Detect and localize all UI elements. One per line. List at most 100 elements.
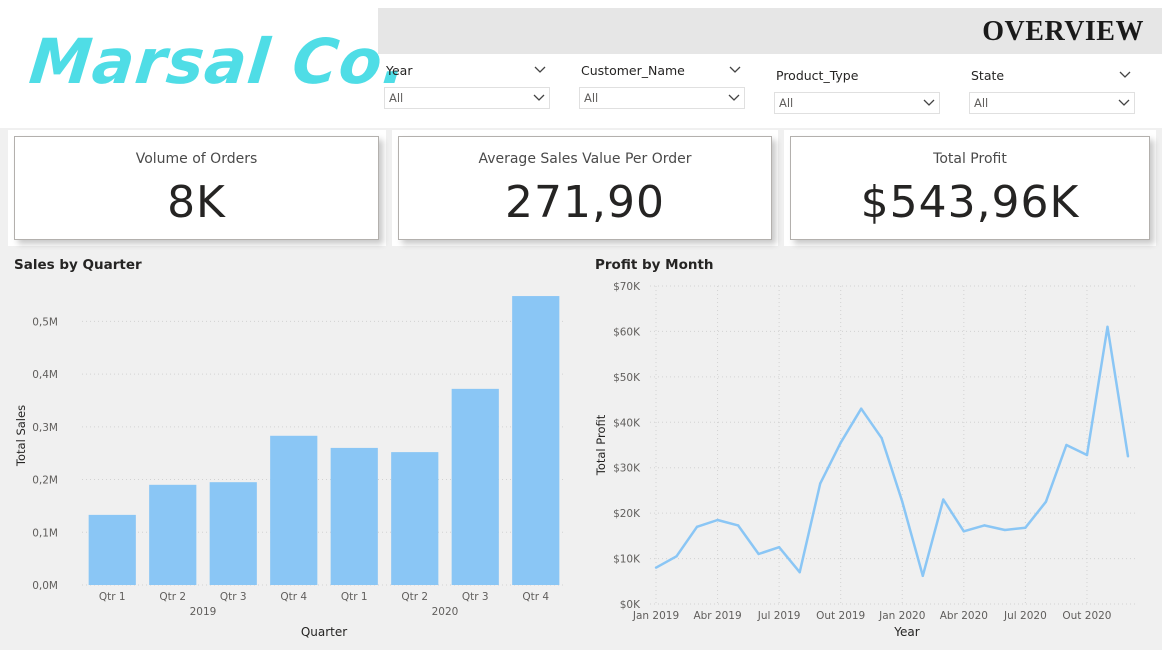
bar bbox=[149, 484, 197, 585]
x-axis-title: Quarter bbox=[301, 625, 347, 639]
profit-by-month-chart: $0K$10K$20K$30K$40K$50K$60K$70KJan 2019 A… bbox=[594, 281, 1136, 639]
x-axis-title: Year bbox=[893, 625, 919, 639]
slicer-product-type-value: All bbox=[779, 96, 794, 110]
x-tick-label: Qtr 1 bbox=[99, 591, 126, 603]
slicer-product-type-label: Product_Type bbox=[776, 68, 859, 83]
data-point bbox=[757, 552, 760, 556]
slicer-year-dropdown[interactable]: All bbox=[384, 87, 550, 109]
y-tick-label: $30K bbox=[613, 463, 641, 475]
data-point bbox=[1085, 453, 1089, 457]
slicer-customer-name-value: All bbox=[584, 91, 599, 105]
data-point bbox=[962, 530, 966, 533]
data-point bbox=[798, 571, 801, 574]
data-point bbox=[839, 441, 842, 444]
sales-by-quarter-title: Sales by Quarter bbox=[14, 257, 142, 273]
x-tick-label: Jul 2020 bbox=[1003, 610, 1047, 622]
profit-by-month-title: Profit by Month bbox=[595, 257, 714, 273]
slicer-customer-name[interactable]: Customer_Name All bbox=[573, 63, 745, 123]
y-tick-label: $50K bbox=[613, 372, 641, 384]
kpi-card-volume-of-orders: Volume of Orders 8K bbox=[14, 136, 379, 240]
kpi-value: $543,96K bbox=[860, 177, 1080, 228]
slicer-state-label: State bbox=[971, 68, 1005, 83]
kpi-label: Total Profit bbox=[933, 151, 1007, 167]
bar bbox=[391, 452, 439, 585]
x-tick-label: Jul 2019 bbox=[757, 610, 801, 622]
y-axis-title: Total Profit bbox=[594, 414, 608, 476]
title-bar: OVERVIEW bbox=[378, 8, 1162, 54]
x-tick-label: Qtr 1 bbox=[341, 591, 368, 603]
data-point bbox=[1024, 526, 1027, 529]
x-tick-label: Jan 2019 bbox=[632, 610, 679, 622]
data-point bbox=[1044, 500, 1048, 503]
bar bbox=[512, 296, 560, 585]
slicer-product-type[interactable]: Product_Type All bbox=[768, 68, 940, 128]
slicer-state-value: All bbox=[974, 96, 989, 110]
x-tick-label: Abr 2019 bbox=[693, 610, 741, 622]
data-point bbox=[901, 500, 904, 503]
y-axis-title: Total Sales bbox=[14, 405, 28, 467]
chevron-down-icon[interactable] bbox=[923, 98, 935, 108]
y-tick-label: $60K bbox=[613, 326, 641, 338]
y-tick-label: $70K bbox=[613, 281, 641, 293]
slicer-year-value: All bbox=[389, 91, 404, 105]
y-tick-label: $40K bbox=[613, 417, 641, 429]
data-point bbox=[777, 546, 781, 549]
slicer-customer-name-label: Customer_Name bbox=[581, 63, 685, 78]
y-tick-label: 0,1M bbox=[32, 527, 58, 539]
x-group-label: 2020 bbox=[432, 606, 459, 618]
y-tick-label: 0,2M bbox=[32, 475, 58, 487]
kpi-label: Average Sales Value Per Order bbox=[478, 151, 692, 167]
bar bbox=[270, 435, 318, 585]
kpi-value: 8K bbox=[167, 177, 226, 228]
slicer-state[interactable]: State All bbox=[963, 68, 1135, 128]
slicer-year-label: Year bbox=[386, 63, 413, 78]
kpi-card-average-sales-value: Average Sales Value Per Order 271,90 bbox=[398, 136, 772, 240]
sales-by-quarter-chart: 0,0M 0,1M 0,2M 0,3M 0,4M 0,5M Qtr 1 Qtr 2 Qtr 3 Q… bbox=[14, 296, 566, 639]
x-tick-label: Out 2020 bbox=[1062, 610, 1111, 622]
x-tick-label: Qtr 4 bbox=[522, 591, 549, 603]
company-logo: Marsal Co. bbox=[26, 25, 412, 98]
data-point bbox=[983, 524, 986, 527]
slicer-year[interactable]: Year All bbox=[378, 63, 550, 123]
chevron-down-icon[interactable] bbox=[1118, 98, 1130, 108]
data-point bbox=[736, 524, 740, 527]
bar bbox=[451, 388, 499, 585]
slicer-customer-name-dropdown[interactable]: All bbox=[579, 87, 745, 109]
slicer-state-dropdown[interactable]: All bbox=[969, 92, 1135, 114]
y-tick-label: 0,3M bbox=[32, 422, 58, 434]
data-point bbox=[675, 555, 678, 558]
bar bbox=[209, 482, 257, 585]
chevron-down-icon[interactable] bbox=[728, 93, 740, 103]
y-tick-label: $10K bbox=[613, 554, 641, 566]
slicer-product-type-dropdown[interactable]: All bbox=[774, 92, 940, 114]
data-point bbox=[1003, 528, 1007, 532]
y-tick-label: 0,4M bbox=[32, 369, 58, 381]
data-point bbox=[1065, 443, 1068, 447]
data-point bbox=[818, 482, 822, 485]
x-tick-label: Qtr 3 bbox=[462, 591, 489, 603]
x-tick-label: Out 2019 bbox=[816, 610, 865, 622]
y-tick-label: $20K bbox=[613, 508, 641, 520]
kpi-label: Volume of Orders bbox=[135, 151, 258, 167]
x-tick-label: Abr 2020 bbox=[940, 610, 988, 622]
data-point bbox=[695, 525, 699, 528]
chevron-down-icon[interactable] bbox=[533, 93, 545, 103]
kpi-value: 271,90 bbox=[505, 177, 665, 228]
x-tick-label: Qtr 3 bbox=[220, 591, 247, 603]
chevron-down-icon[interactable] bbox=[729, 65, 741, 75]
x-group-label: 2019 bbox=[190, 606, 217, 618]
data-point bbox=[921, 574, 924, 578]
data-point bbox=[880, 436, 883, 440]
data-point bbox=[942, 498, 945, 501]
data-point bbox=[654, 566, 658, 569]
x-tick-label: Jan 2020 bbox=[878, 610, 925, 622]
page-title: OVERVIEW bbox=[982, 16, 1144, 47]
data-point bbox=[1126, 455, 1130, 458]
data-point bbox=[1106, 325, 1109, 329]
chevron-down-icon[interactable] bbox=[534, 65, 546, 75]
data-point bbox=[716, 518, 719, 522]
chevron-down-icon[interactable] bbox=[1119, 70, 1131, 80]
y-tick-label: 0,5M bbox=[32, 316, 58, 328]
kpi-card-total-profit: Total Profit $543,96K bbox=[790, 136, 1150, 240]
bar bbox=[330, 447, 378, 585]
